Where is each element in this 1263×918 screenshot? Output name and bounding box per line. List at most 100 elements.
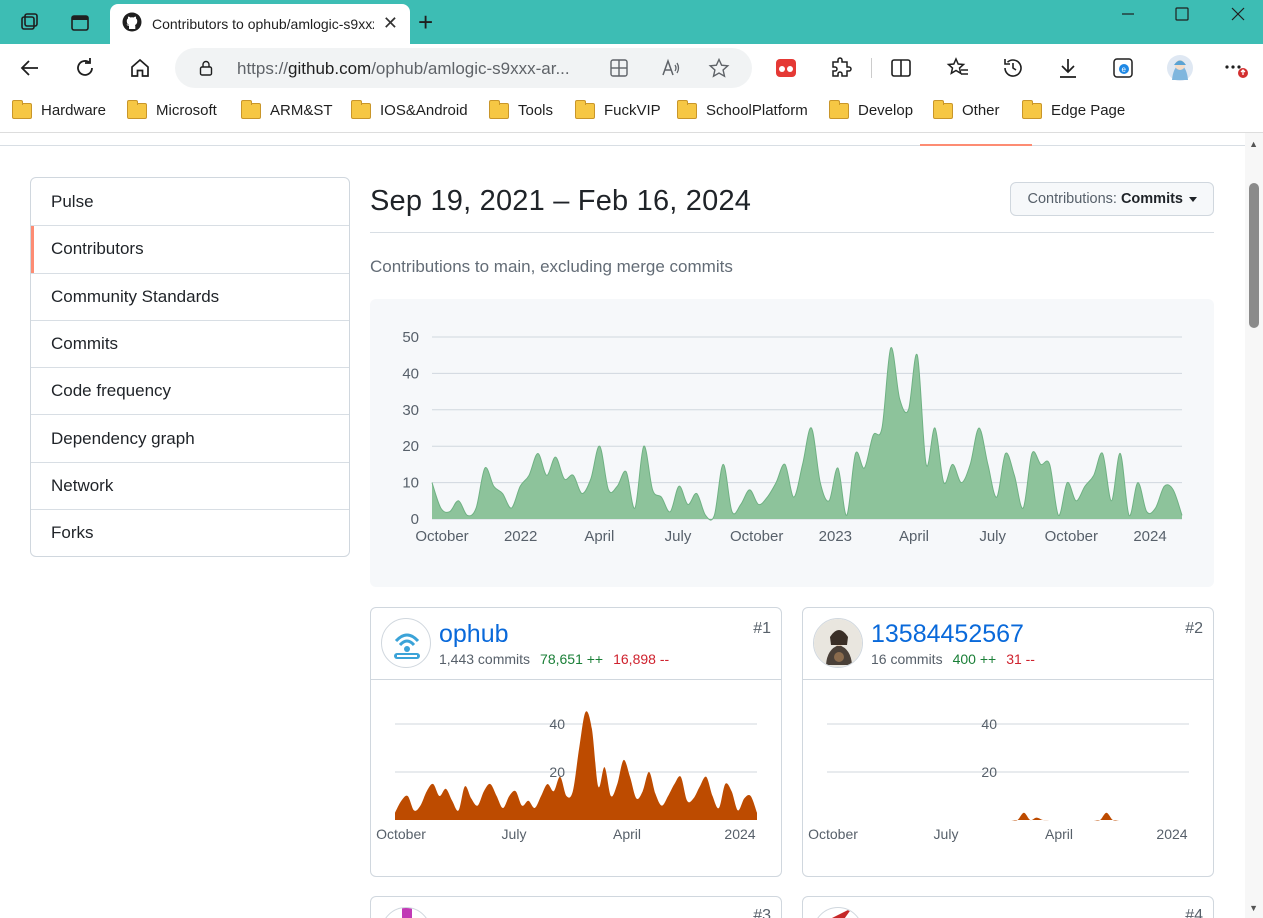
insights-menu: Pulse Contributors Community Standards C… <box>30 177 350 558</box>
bookmark-label: FuckVIP <box>604 102 661 119</box>
contributor-stats: 1,443 commits 78,651 ++ 16,898 -- <box>439 651 669 667</box>
bookmark-label: Develop <box>858 102 914 119</box>
bookmark-folder[interactable]: Tools <box>489 99 553 119</box>
tab-title: Contributors to ophub/amlogic-s9xxx-armb… <box>152 16 374 32</box>
tab-active[interactable]: Contributors to ophub/amlogic-s9xxx-armb… <box>110 4 410 44</box>
bookmark-folder[interactable]: SchoolPlatform <box>677 99 808 119</box>
bookmark-folder[interactable]: Hardware <box>12 99 107 119</box>
bookmark-label: Hardware <box>41 102 107 119</box>
extensions-icon[interactable] <box>828 55 854 81</box>
contributor-rank: #2 <box>1185 620 1203 637</box>
bookmark-folder[interactable]: FuckVIP <box>575 99 661 119</box>
bookmark-folder[interactable]: Microsoft <box>127 99 217 119</box>
tab-bar: Contributors to ophub/amlogic-s9xxx-armb… <box>0 0 1263 44</box>
tab-actions-icon[interactable] <box>67 10 93 36</box>
minimize-icon[interactable] <box>1118 2 1138 27</box>
contributor-rank: #4 <box>1185 907 1203 918</box>
x-tick-label: October <box>808 826 858 842</box>
commit-count[interactable]: 1,443 commits <box>439 651 530 667</box>
caret-down-icon <box>1189 196 1197 202</box>
close-window-icon[interactable] <box>1228 4 1248 29</box>
toolbar-divider <box>871 58 872 78</box>
split-screen-icon[interactable] <box>888 55 914 81</box>
avatar[interactable] <box>813 907 863 918</box>
menu-item-pulse[interactable]: Pulse <box>31 178 349 225</box>
additions-count: 78,651 ++ <box>540 651 604 667</box>
contributor-name[interactable]: 13584452567 <box>871 620 1024 649</box>
home-icon[interactable] <box>127 55 153 81</box>
bookmark-folder[interactable]: Other <box>933 99 1000 119</box>
folder-icon <box>575 99 595 119</box>
x-tick-label: April <box>1045 826 1073 842</box>
y-tick-label: 20 <box>549 764 565 780</box>
maximize-icon[interactable] <box>1172 4 1192 29</box>
bookmark-label: Edge Page <box>1051 102 1126 119</box>
avatar[interactable] <box>381 907 431 918</box>
favorites-icon[interactable] <box>945 55 971 81</box>
active-tab-indicator <box>920 144 1032 146</box>
favorite-star-icon[interactable] <box>708 57 730 84</box>
bookmark-folder[interactable]: IOS&Android <box>351 99 468 119</box>
x-tick-label: 2024 <box>724 826 755 842</box>
y-tick-label: 10 <box>402 475 419 492</box>
extension-red-icon[interactable] <box>773 55 799 81</box>
menu-item-community-standards[interactable]: Community Standards <box>31 272 349 320</box>
back-icon[interactable] <box>17 55 43 81</box>
folder-icon <box>351 99 371 119</box>
read-aloud-icon[interactable] <box>660 57 682 84</box>
x-tick-label: July <box>665 528 692 545</box>
avatar[interactable] <box>381 618 431 668</box>
contributions-dropdown[interactable]: Contributions: Commits <box>1010 182 1214 216</box>
contributor-name[interactable]: ophub <box>439 620 509 649</box>
bookmark-folder[interactable]: Edge Page <box>1022 99 1126 119</box>
additions-count: 400 ++ <box>952 651 997 667</box>
page-scrollbar[interactable]: ▲ ▼ <box>1245 133 1263 918</box>
folder-icon <box>933 99 953 119</box>
avatar[interactable] <box>813 618 863 668</box>
address-bar[interactable]: https://github.com/ophub/amlogic-s9xxx-a… <box>175 48 752 88</box>
profile-avatar[interactable] <box>1166 54 1194 82</box>
x-tick-label: 2022 <box>504 528 537 545</box>
menu-item-commits[interactable]: Commits <box>31 319 349 367</box>
scroll-up-arrow-icon[interactable]: ▲ <box>1249 139 1258 149</box>
y-tick-label: 0 <box>411 511 419 528</box>
x-tick-label: October <box>1045 528 1098 545</box>
more-menu-icon[interactable] <box>1222 55 1248 81</box>
page-viewport: Pulse Contributors Community Standards C… <box>0 132 1263 918</box>
close-tab-icon[interactable]: ✕ <box>383 14 398 32</box>
bookmark-label: Other <box>962 102 1000 119</box>
history-icon[interactable] <box>1000 55 1026 81</box>
contributor-stats: 16 commits 400 ++ 31 -- <box>871 651 1035 667</box>
new-tab-button[interactable]: + <box>418 9 433 35</box>
lock-icon[interactable] <box>197 59 215 82</box>
workspaces-icon[interactable] <box>16 10 42 36</box>
ie-mode-icon[interactable]: e <box>1110 55 1136 81</box>
app-grid-icon[interactable] <box>609 58 629 83</box>
bookmark-folder[interactable]: Develop <box>829 99 914 119</box>
menu-item-code-frequency[interactable]: Code frequency <box>31 367 349 414</box>
scroll-down-arrow-icon[interactable]: ▼ <box>1249 903 1258 913</box>
refresh-icon[interactable] <box>72 55 98 81</box>
x-tick-label: April <box>899 528 929 545</box>
contributor-rank: #3 <box>753 907 771 918</box>
url-text[interactable]: https://github.com/ophub/amlogic-s9xxx-a… <box>237 59 597 79</box>
download-icon[interactable] <box>1055 55 1081 81</box>
svg-text:e: e <box>1122 65 1127 74</box>
folder-icon <box>829 99 849 119</box>
menu-item-network[interactable]: Network <box>31 461 349 509</box>
x-tick-label: July <box>934 826 959 842</box>
folder-icon <box>12 99 32 119</box>
menu-item-dependency-graph[interactable]: Dependency graph <box>31 414 349 461</box>
scrollbar-thumb[interactable] <box>1249 183 1259 328</box>
bookmark-folder[interactable]: ARM&ST <box>241 99 333 119</box>
menu-item-forks[interactable]: Forks <box>31 509 349 556</box>
y-tick-label: 30 <box>402 402 419 419</box>
x-tick-label: 2024 <box>1133 528 1166 545</box>
series-area <box>827 812 1189 821</box>
bookmark-label: ARM&ST <box>270 102 333 119</box>
menu-item-contributors[interactable]: Contributors <box>31 225 349 273</box>
commit-count[interactable]: 16 commits <box>871 651 943 667</box>
x-tick-label: October <box>415 528 468 545</box>
x-tick-label: October <box>730 528 783 545</box>
folder-icon <box>677 99 697 119</box>
